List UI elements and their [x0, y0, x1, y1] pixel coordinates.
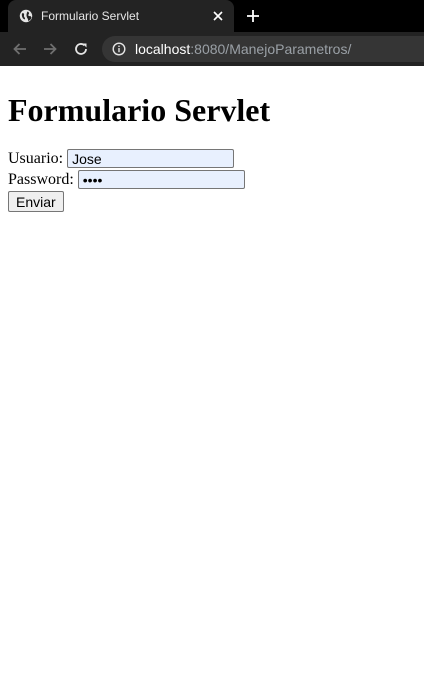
password-label: Password:: [8, 171, 74, 188]
forward-arrow-icon[interactable]: [41, 40, 59, 58]
globe-icon: [19, 9, 33, 23]
page-title: Formulario Servlet: [8, 92, 271, 128]
browser-toolbar: localhost:8080/ManejoParametros/: [0, 32, 424, 66]
usuario-row: Usuario:: [8, 148, 416, 169]
close-icon[interactable]: [211, 9, 225, 23]
tab-strip: Formulario Servlet: [0, 0, 424, 32]
browser-chrome: Formulario Servlet localhost:8080/Manejo…: [0, 0, 424, 66]
page-content: Formulario Servlet Usuario: Password: En…: [0, 66, 424, 220]
usuario-label: Usuario:: [8, 150, 64, 167]
plus-icon[interactable]: [245, 8, 261, 24]
url-path: :8080/ManejoParametros/: [190, 41, 352, 57]
usuario-input[interactable]: [67, 149, 235, 168]
tab-title: Formulario Servlet: [41, 9, 140, 23]
password-input[interactable]: [77, 170, 245, 189]
address-bar[interactable]: localhost:8080/ManejoParametros/: [102, 36, 424, 62]
reload-icon[interactable]: [72, 40, 90, 58]
enviar-button[interactable]: Enviar: [8, 191, 64, 212]
login-form: Usuario: Password: Enviar: [8, 148, 416, 212]
browser-tab[interactable]: Formulario Servlet: [8, 0, 234, 32]
password-row: Password:: [8, 169, 416, 190]
info-icon[interactable]: [112, 42, 126, 56]
url-text: localhost:8080/ManejoParametros/: [135, 41, 351, 57]
back-arrow-icon[interactable]: [11, 40, 29, 58]
url-host: localhost: [135, 41, 191, 57]
